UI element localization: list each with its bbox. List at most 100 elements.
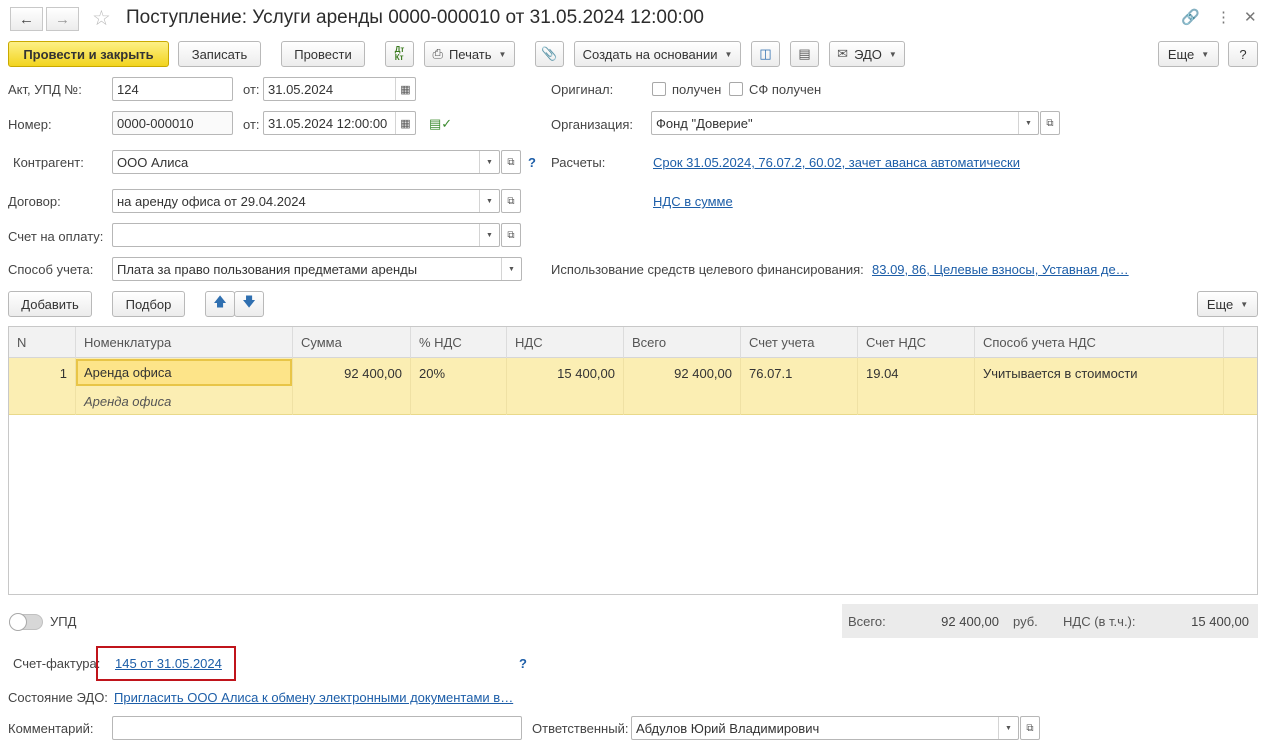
responsible-field[interactable]: Абдулов Юрий Владимирович ▼	[631, 716, 1019, 740]
chevron-down-icon[interactable]: ▼	[479, 224, 499, 246]
comment-field[interactable]	[112, 716, 522, 740]
col-header-vat-account[interactable]: Счет НДС	[858, 327, 975, 358]
counterparty-label: Контрагент:	[13, 155, 84, 170]
dt-kt-icon[interactable]: Дт Кт	[385, 41, 414, 67]
help-icon[interactable]: ?	[528, 155, 536, 170]
print-label: Печать	[448, 46, 492, 62]
vat-in-sum-link[interactable]: НДС в сумме	[653, 194, 733, 209]
page-title: Поступление: Услуги аренды 0000-000010 о…	[126, 7, 704, 28]
upd-label: УПД	[50, 614, 77, 629]
col-header-vat-rate[interactable]: % НДС	[411, 327, 507, 358]
number-field[interactable]: 0000-000010	[112, 111, 233, 135]
number-date-field[interactable]: 31.05.2024 12:00:00 ▦	[263, 111, 416, 135]
add-row-button[interactable]: Добавить	[8, 291, 92, 317]
create-based-button[interactable]: Создать на основании ▼	[574, 41, 741, 67]
cell-n: 1	[9, 358, 76, 415]
act-date-value: 31.05.2024	[268, 81, 334, 97]
cell-nomenclature[interactable]: Аренда офиса Аренда офиса	[76, 358, 293, 415]
arrow-up-icon[interactable]: 🡅	[205, 291, 235, 317]
report-icon[interactable]: ▤	[790, 41, 819, 67]
cell-vat[interactable]: 15 400,00	[507, 358, 624, 415]
items-table[interactable]: N Номенклатура Сумма % НДС НДС Всего Сче…	[8, 326, 1258, 595]
cell-account[interactable]: 76.07.1	[741, 358, 858, 415]
accounting-method-field[interactable]: Плата за право пользования предметами ар…	[112, 257, 522, 281]
original-label: Оригинал:	[551, 82, 614, 97]
sf-received-checkbox[interactable]	[729, 82, 743, 96]
open-icon[interactable]: ⧉	[501, 150, 521, 174]
vat-total-value: 15 400,00	[1191, 614, 1249, 629]
col-header-n[interactable]: N	[9, 327, 76, 358]
col-header-vat[interactable]: НДС	[507, 327, 624, 358]
sf-invoice-link[interactable]: 145 от 31.05.2024	[115, 656, 222, 671]
col-header-total[interactable]: Всего	[624, 327, 741, 358]
vertical-dots-icon[interactable]: ⋮	[1216, 8, 1231, 26]
chevron-down-icon[interactable]: ▼	[998, 717, 1018, 739]
back-button[interactable]: ←	[10, 7, 43, 31]
col-header-nomenclature[interactable]: Номенклатура	[76, 327, 293, 358]
responsible-label: Ответственный:	[532, 721, 629, 736]
cell-vat-method[interactable]: Учитывается в стоимости	[975, 358, 1224, 415]
act-number-field[interactable]: 124	[112, 77, 233, 101]
settlements-link[interactable]: Срок 31.05.2024, 76.07.2, 60.02, зачет а…	[653, 155, 1020, 170]
cell-vat-account-value: 19.04	[866, 366, 899, 381]
edo-invite-link[interactable]: Пригласить ООО Алиса к обмену электронны…	[114, 690, 513, 705]
chevron-down-icon[interactable]: ▼	[501, 258, 521, 280]
table-row[interactable]: 1 Аренда офиса Аренда офиса 92 400,00 20…	[9, 358, 1257, 415]
chevron-down-icon: ▼	[888, 49, 897, 59]
original-received-label: получен	[672, 82, 722, 97]
post-button[interactable]: Провести	[281, 41, 365, 67]
act-date-from-label: от:	[243, 82, 260, 97]
cell-vat-rate[interactable]: 20%	[411, 358, 507, 415]
cell-sum[interactable]: 92 400,00	[293, 358, 411, 415]
open-icon[interactable]: ⧉	[501, 189, 521, 213]
pick-button[interactable]: Подбор	[112, 291, 185, 317]
paperclip-icon[interactable]: 📎	[535, 41, 564, 67]
chevron-down-icon[interactable]: ▼	[479, 151, 499, 173]
edo-button[interactable]: ✉ ЭДО ▼	[829, 41, 905, 67]
forward-button[interactable]: →	[46, 7, 79, 31]
star-icon[interactable]: ☆	[92, 6, 111, 31]
number-label: Номер:	[8, 117, 52, 132]
col-header-account[interactable]: Счет учета	[741, 327, 858, 358]
organization-label: Организация:	[551, 117, 634, 132]
open-icon[interactable]: ⧉	[501, 223, 521, 247]
more-button[interactable]: Еще ▼	[1158, 41, 1219, 67]
save-button[interactable]: Записать	[178, 41, 261, 67]
link-icon[interactable]: 🔗	[1181, 8, 1200, 26]
chevron-down-icon[interactable]: ▼	[479, 190, 499, 212]
structure-icon[interactable]: ◫	[751, 41, 780, 67]
organization-field[interactable]: Фонд "Доверие" ▼	[651, 111, 1039, 135]
print-button[interactable]: ⎙ Печать ▼	[424, 41, 515, 67]
contract-value: на аренду офиса от 29.04.2024	[117, 193, 306, 209]
total-value: 92 400,00	[941, 614, 999, 629]
help-icon[interactable]: ?	[519, 656, 527, 671]
chevron-down-icon: ▼	[498, 49, 507, 59]
edit-check-icon[interactable]: ▤✓	[429, 116, 452, 132]
help-button[interactable]: ?	[1228, 41, 1258, 67]
vat-total-label: НДС (в т.ч.):	[1063, 614, 1136, 629]
total-label: Всего:	[848, 614, 886, 629]
counterparty-field[interactable]: ООО Алиса ▼	[112, 150, 500, 174]
original-received-checkbox[interactable]	[652, 82, 666, 96]
calendar-icon[interactable]: ▦	[395, 78, 415, 100]
act-number-value: 124	[117, 81, 139, 97]
calendar-icon[interactable]: ▦	[395, 112, 415, 134]
act-date-field[interactable]: 31.05.2024 ▦	[263, 77, 416, 101]
open-icon[interactable]: ⧉	[1020, 716, 1040, 740]
col-header-vat-method[interactable]: Способ учета НДС	[975, 327, 1224, 358]
open-icon[interactable]: ⧉	[1040, 111, 1060, 135]
cell-vat-account[interactable]: 19.04	[858, 358, 975, 415]
currency-label: руб.	[1013, 614, 1038, 629]
chevron-down-icon: ▼	[1240, 299, 1249, 309]
payment-invoice-field[interactable]: ▼	[112, 223, 500, 247]
post-and-close-button[interactable]: Провести и закрыть	[8, 41, 169, 67]
col-header-sum[interactable]: Сумма	[293, 327, 411, 358]
upd-toggle[interactable]	[9, 613, 43, 631]
funding-link[interactable]: 83.09, 86, Целевые взносы, Уставная де…	[872, 262, 1129, 277]
cell-total[interactable]: 92 400,00	[624, 358, 741, 415]
chevron-down-icon[interactable]: ▼	[1018, 112, 1038, 134]
contract-field[interactable]: на аренду офиса от 29.04.2024 ▼	[112, 189, 500, 213]
table-more-button[interactable]: Еще ▼	[1197, 291, 1258, 317]
close-icon[interactable]: ✕	[1244, 8, 1257, 26]
arrow-down-icon[interactable]: 🡇	[234, 291, 264, 317]
